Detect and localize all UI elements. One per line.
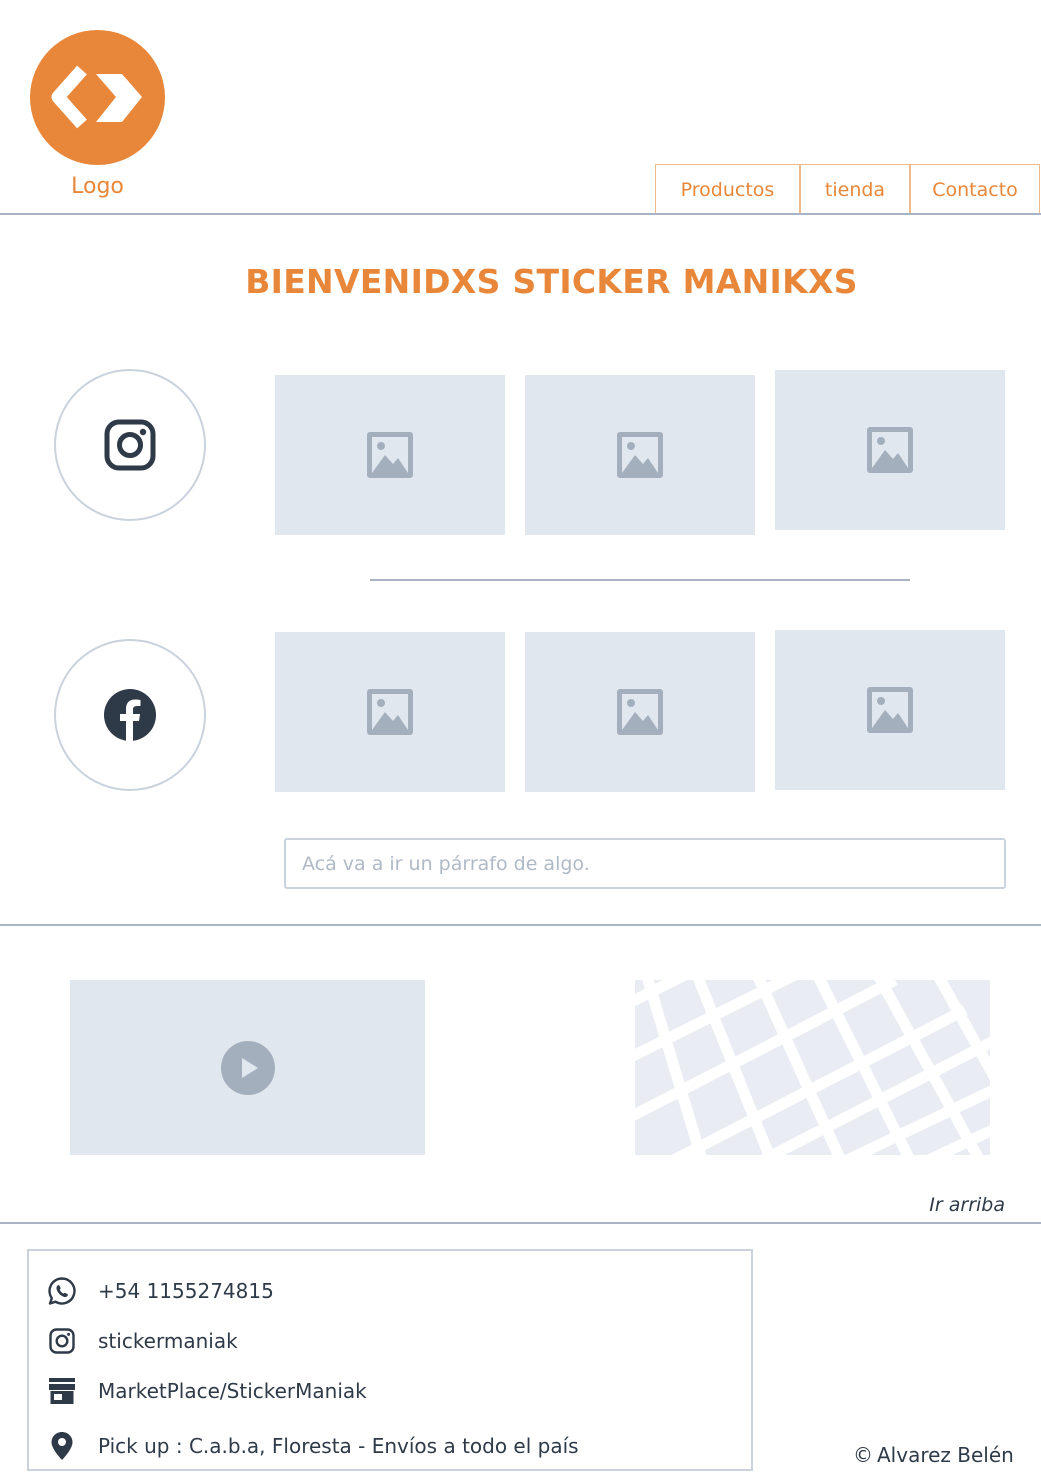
contact-phone: +54 1155274815 — [98, 1279, 274, 1303]
contact-location: Pick up : C.a.b.a, Floresta - Envíos a t… — [98, 1434, 579, 1458]
map-placeholder[interactable] — [635, 980, 990, 1155]
nav-productos[interactable]: Productos — [655, 164, 800, 215]
map-icon — [635, 980, 990, 1155]
contact-row-location[interactable]: Pick up : C.a.b.a, Floresta - Envíos a t… — [46, 1431, 579, 1461]
instagram-icon — [104, 419, 156, 471]
logo-label: Logo — [71, 174, 124, 199]
store-icon — [46, 1376, 78, 1406]
play-icon[interactable] — [220, 1040, 276, 1096]
whatsapp-icon — [46, 1276, 78, 1306]
location-pin-icon — [46, 1431, 78, 1461]
header-divider — [0, 213, 1041, 215]
nav-tienda[interactable]: tienda — [800, 164, 910, 215]
image-placeholder — [775, 370, 1005, 530]
contact-row-instagram[interactable]: stickermaniak — [46, 1326, 238, 1356]
image-placeholder — [275, 632, 505, 792]
logo-icon — [51, 65, 142, 129]
footer-divider — [0, 1222, 1041, 1224]
image-icon — [867, 687, 913, 733]
image-placeholder — [275, 375, 505, 535]
section-divider — [370, 579, 910, 581]
contact-instagram: stickermaniak — [98, 1329, 238, 1353]
instagram-icon — [46, 1326, 78, 1356]
copyright-text: Alvarez Belén — [877, 1443, 1014, 1467]
image-icon — [867, 427, 913, 473]
image-placeholder — [525, 375, 755, 535]
image-placeholder — [525, 632, 755, 792]
contact-marketplace: MarketPlace/StickerManiak — [98, 1379, 367, 1403]
back-to-top-link[interactable]: Ir arriba — [900, 1194, 1005, 1216]
page-title: BIENVENIDXS STICKER MANIKXS — [245, 262, 858, 301]
video-player[interactable] — [70, 980, 425, 1155]
logo[interactable] — [30, 30, 165, 165]
content-divider — [0, 924, 1041, 926]
image-icon — [367, 432, 413, 478]
instagram-link[interactable] — [54, 369, 206, 521]
copyright-symbol: © — [853, 1443, 873, 1467]
copyright: © Alvarez Belén — [853, 1443, 1014, 1467]
image-icon — [617, 432, 663, 478]
image-placeholder — [775, 630, 1005, 790]
facebook-icon — [104, 689, 156, 741]
nav-contacto[interactable]: Contacto — [910, 164, 1040, 215]
contact-row-store[interactable]: MarketPlace/StickerManiak — [46, 1376, 367, 1406]
image-icon — [617, 689, 663, 735]
image-icon — [367, 689, 413, 735]
contact-row-whatsapp[interactable]: +54 1155274815 — [46, 1276, 274, 1306]
facebook-link[interactable] — [54, 639, 206, 791]
paragraph-field[interactable]: Acá va a ir un párrafo de algo. — [284, 838, 1006, 889]
